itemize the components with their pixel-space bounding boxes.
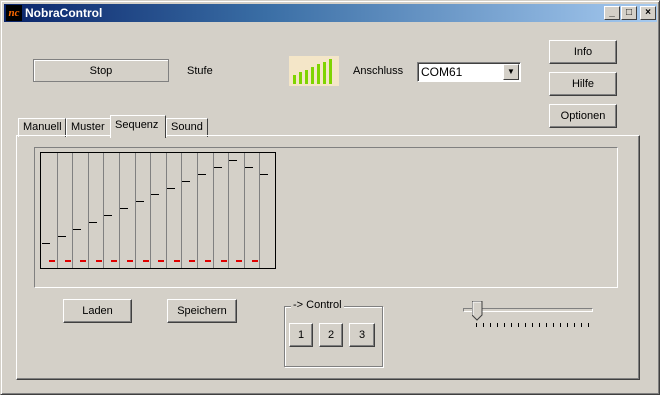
sequence-step-level[interactable] (229, 160, 237, 161)
laden-button[interactable]: Laden (63, 299, 132, 323)
sequence-step-min-marker (236, 260, 242, 262)
sequence-step-min-marker (174, 260, 180, 262)
signal-bar (293, 75, 296, 84)
sequence-step-level[interactable] (260, 174, 268, 175)
slider-tick (567, 323, 568, 327)
window-title: NobraControl (25, 6, 103, 20)
signal-bar (299, 72, 302, 84)
sequence-column-divider (135, 153, 136, 268)
info-button[interactable]: Info (549, 40, 617, 64)
sequence-step-level[interactable] (89, 222, 97, 223)
slider-tick (553, 323, 554, 327)
sequence-step-level[interactable] (198, 174, 206, 175)
control-button-1[interactable]: 1 (289, 323, 313, 347)
sequence-step-level[interactable] (42, 243, 50, 244)
slider-tick (490, 323, 491, 327)
sequence-column-divider (119, 153, 120, 268)
sequence-step-level[interactable] (104, 215, 112, 216)
slider-tick (476, 323, 477, 327)
port-select[interactable]: COM61 ▼ (417, 62, 521, 82)
speichern-button[interactable]: Speichern (167, 299, 237, 323)
slider-tick (504, 323, 505, 327)
sequence-step-min-marker (127, 260, 133, 262)
slider-tick (588, 323, 589, 327)
port-select-value: COM61 (421, 65, 463, 79)
sequence-column-divider (72, 153, 73, 268)
sequence-step-level[interactable] (73, 229, 81, 230)
signal-bar (323, 62, 326, 84)
sequence-step-level[interactable] (120, 208, 128, 209)
slider-tick (525, 323, 526, 327)
sequence-step-min-marker (80, 260, 86, 262)
signal-bar (311, 67, 314, 84)
sequence-step-min-marker (221, 260, 227, 262)
slider-tick (574, 323, 575, 327)
minimize-button[interactable]: _ (604, 6, 620, 20)
signal-bar (305, 70, 308, 84)
sequence-column-divider (228, 153, 229, 268)
stop-button[interactable]: Stop (33, 59, 169, 82)
anschluss-label: Anschluss (353, 65, 404, 77)
app-window: nc NobraControl _ □ × Stop Stufe Anschlu… (0, 0, 660, 395)
sequence-step-min-marker (189, 260, 195, 262)
slider-tick (518, 323, 519, 327)
tab-sequenz[interactable]: Sequenz (110, 115, 166, 138)
sequence-step-level[interactable] (182, 181, 190, 182)
slider-tick (497, 323, 498, 327)
sequence-step-level[interactable] (58, 236, 66, 237)
sequence-column-divider (259, 153, 260, 268)
sequence-column-divider (57, 153, 58, 268)
sequence-column-divider (181, 153, 182, 268)
slider-tick (546, 323, 547, 327)
slider-tick (560, 323, 561, 327)
signal-bar (317, 64, 320, 84)
stufe-label: Stufe (187, 65, 213, 77)
chevron-down-icon[interactable]: ▼ (503, 64, 519, 80)
sequence-step-min-marker (205, 260, 211, 262)
speed-slider-thumb[interactable] (472, 301, 483, 321)
sequence-step-min-marker (252, 260, 258, 262)
app-icon: nc (6, 5, 22, 21)
slider-tick (511, 323, 512, 327)
sequence-column-divider (197, 153, 198, 268)
maximize-button[interactable]: □ (621, 6, 637, 20)
sequence-step-min-marker (65, 260, 71, 262)
sequence-column-divider (88, 153, 89, 268)
title-bar[interactable]: nc NobraControl _ □ × (4, 4, 657, 22)
control-button-3[interactable]: 3 (349, 323, 375, 347)
sequence-editor[interactable] (40, 152, 276, 269)
sequence-column-divider (213, 153, 214, 268)
sequence-column-divider (150, 153, 151, 268)
sequence-column-divider (103, 153, 104, 268)
control-button-2[interactable]: 2 (319, 323, 343, 347)
sequence-step-level[interactable] (214, 167, 222, 168)
sequence-step-level[interactable] (245, 167, 253, 168)
close-button[interactable]: × (640, 6, 656, 20)
hilfe-button[interactable]: Hilfe (549, 72, 617, 96)
sequence-step-min-marker (143, 260, 149, 262)
sequence-step-min-marker (49, 260, 55, 262)
sequence-step-level[interactable] (167, 188, 175, 189)
optionen-button[interactable]: Optionen (549, 104, 617, 128)
slider-tick (581, 323, 582, 327)
sequence-column-divider (244, 153, 245, 268)
slider-tick (539, 323, 540, 327)
slider-tick (532, 323, 533, 327)
sequence-step-min-marker (158, 260, 164, 262)
sequence-step-level[interactable] (151, 194, 159, 195)
sequence-step-min-marker (96, 260, 102, 262)
sequence-step-min-marker (111, 260, 117, 262)
signal-bar (329, 59, 332, 84)
signal-strength-indicator (289, 56, 339, 86)
control-group-legend: -> Control (291, 299, 344, 311)
slider-tick (483, 323, 484, 327)
sequence-step-level[interactable] (136, 201, 144, 202)
sequence-column-divider (166, 153, 167, 268)
